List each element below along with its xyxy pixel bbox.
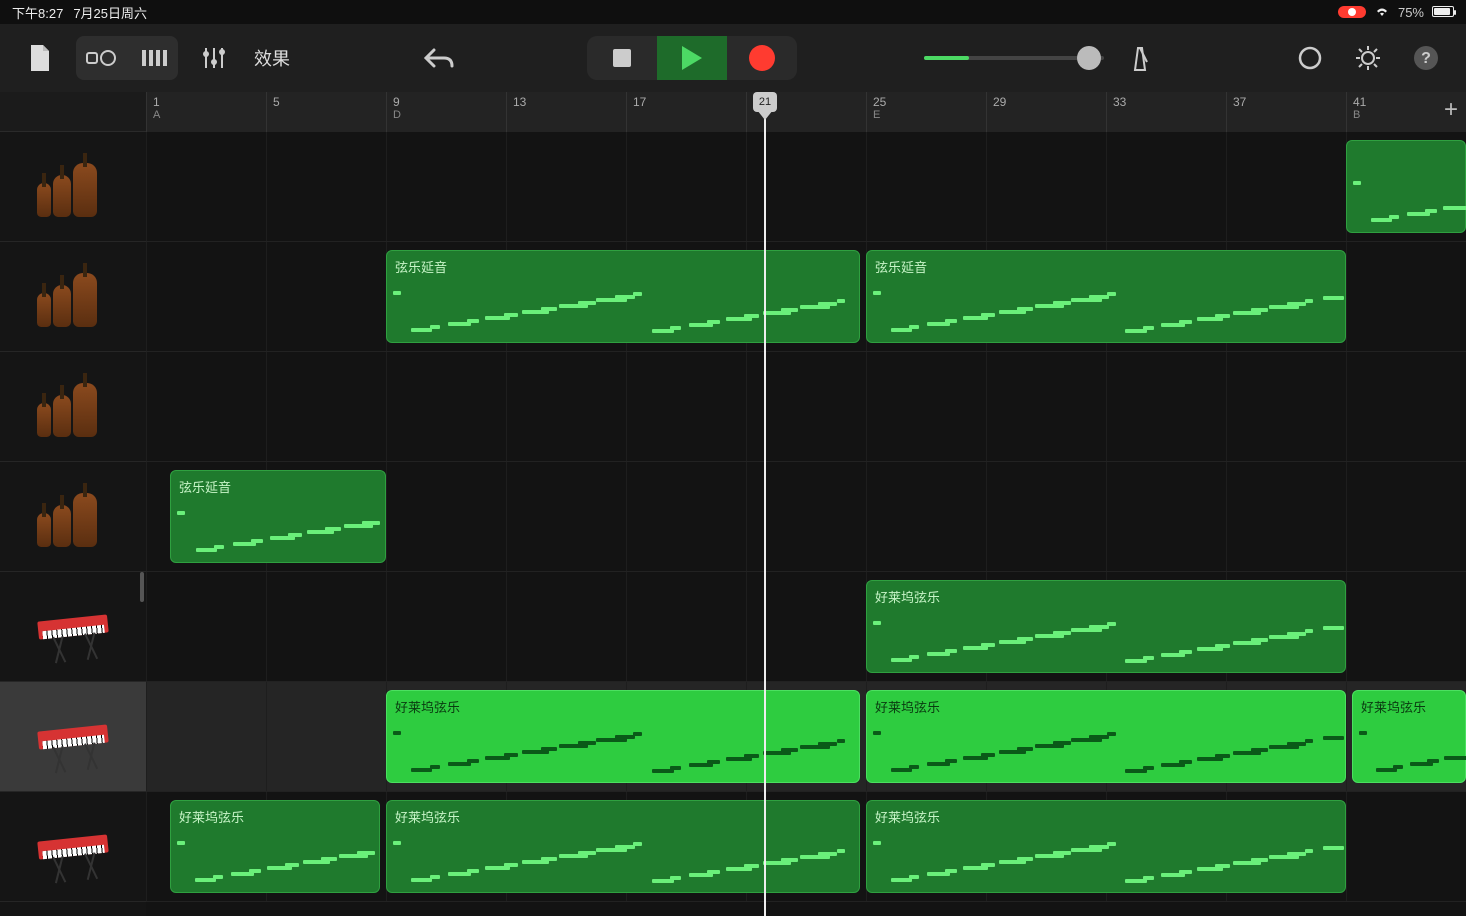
region-label: 好莱坞弦乐 — [1361, 697, 1457, 716]
track-scroll-indicator — [140, 572, 144, 602]
ruler-bar-9[interactable]: 9D — [386, 92, 506, 132]
fx-button[interactable]: 效果 — [254, 45, 290, 71]
strings-icon — [33, 487, 113, 547]
region[interactable] — [1346, 140, 1466, 233]
play-button[interactable] — [657, 36, 727, 80]
region-label: 好莱坞弦乐 — [875, 587, 1337, 606]
battery-icon — [1432, 5, 1454, 20]
ruler-bar-25[interactable]: 25E — [866, 92, 986, 132]
ruler-bar-5[interactable]: 5 — [266, 92, 386, 132]
region-label: 好莱坞弦乐 — [875, 697, 1337, 716]
region-label: 好莱坞弦乐 — [179, 807, 371, 826]
keyboard-icon — [33, 707, 113, 767]
master-volume-slider[interactable] — [924, 56, 1104, 60]
track-row-0[interactable] — [146, 132, 1466, 242]
transport — [587, 36, 797, 80]
track-header-4[interactable] — [0, 572, 146, 682]
track-header-1[interactable] — [0, 242, 146, 352]
status-bar: 下午8:27 7月25日周六 75% — [0, 0, 1466, 24]
track-header-2[interactable] — [0, 352, 146, 462]
track-list — [0, 92, 146, 916]
track-row-1[interactable]: 弦乐延音 弦乐延音 — [146, 242, 1466, 352]
view-switcher — [76, 36, 178, 80]
region[interactable]: 好莱坞弦乐 — [866, 690, 1346, 783]
region-label: 好莱坞弦乐 — [395, 697, 851, 716]
keyboard-icon — [33, 817, 113, 877]
record-button[interactable] — [727, 36, 797, 80]
battery-percent: 75% — [1398, 5, 1424, 20]
loop-browser-button[interactable] — [1288, 36, 1332, 80]
ruler[interactable]: 1A59D13172125E29333741B — [146, 92, 1466, 132]
region[interactable]: 弦乐延音 — [866, 250, 1346, 343]
track-row-6[interactable]: 好莱坞弦乐 好莱坞弦乐 好莱坞弦乐 — [146, 792, 1466, 902]
svg-text:?: ? — [1421, 50, 1431, 67]
ruler-bar-37[interactable]: 37 — [1226, 92, 1346, 132]
region[interactable]: 好莱坞弦乐 — [170, 800, 380, 893]
strings-icon — [33, 377, 113, 437]
track-row-4[interactable]: 好莱坞弦乐 — [146, 572, 1466, 682]
ruler-bar-29[interactable]: 29 — [986, 92, 1106, 132]
add-track-button[interactable]: + — [1444, 96, 1458, 124]
status-time: 下午8:27 — [12, 3, 63, 22]
region[interactable]: 好莱坞弦乐 — [386, 800, 860, 893]
region[interactable]: 好莱坞弦乐 — [866, 800, 1346, 893]
keyboard-icon — [33, 597, 113, 657]
metronome-button[interactable] — [1118, 36, 1162, 80]
tracks-view-button[interactable] — [76, 36, 130, 80]
settings-button[interactable] — [1346, 36, 1390, 80]
region-label: 好莱坞弦乐 — [395, 807, 851, 826]
region-label: 弦乐延音 — [875, 257, 1337, 276]
region[interactable]: 好莱坞弦乐 — [386, 690, 860, 783]
track-header-5[interactable] — [0, 682, 146, 792]
wifi-icon — [1374, 5, 1390, 20]
region[interactable]: 弦乐延音 — [386, 250, 860, 343]
region-label: 弦乐延音 — [395, 257, 851, 276]
track-header-3[interactable] — [0, 462, 146, 572]
strings-icon — [33, 157, 113, 217]
track-header-0[interactable] — [0, 132, 146, 242]
track-row-2[interactable] — [146, 352, 1466, 462]
strings-icon — [33, 267, 113, 327]
toolbar: 效果 ? — [0, 24, 1466, 92]
ruler-bar-1[interactable]: 1A — [146, 92, 266, 132]
my-songs-button[interactable] — [18, 36, 62, 80]
track-row-5[interactable]: 好莱坞弦乐 好莱坞弦乐 好莱坞弦乐 — [146, 682, 1466, 792]
instrument-view-button[interactable] — [130, 36, 178, 80]
region-label: 好莱坞弦乐 — [875, 807, 1337, 826]
ruler-bar-33[interactable]: 33 — [1106, 92, 1226, 132]
status-date: 7月25日周六 — [73, 3, 147, 22]
ruler-bar-13[interactable]: 13 — [506, 92, 626, 132]
track-controls-button[interactable] — [192, 36, 236, 80]
playhead[interactable]: 21 — [764, 92, 766, 916]
ruler-bar-17[interactable]: 17 — [626, 92, 746, 132]
region[interactable]: 弦乐延音 — [170, 470, 386, 563]
stop-button[interactable] — [587, 36, 657, 80]
region[interactable]: 好莱坞弦乐 — [866, 580, 1346, 673]
track-header-6[interactable] — [0, 792, 146, 902]
timeline[interactable]: 1A59D13172125E29333741B + 弦乐延音弦乐延音弦乐延音好莱… — [146, 92, 1466, 916]
region-label: 弦乐延音 — [179, 477, 377, 496]
track-row-3[interactable]: 弦乐延音 — [146, 462, 1466, 572]
undo-button[interactable] — [417, 36, 461, 80]
playhead-position[interactable]: 21 — [753, 92, 777, 112]
help-button[interactable]: ? — [1404, 36, 1448, 80]
screen-record-indicator[interactable] — [1338, 6, 1366, 18]
region[interactable]: 好莱坞弦乐 — [1352, 690, 1466, 783]
